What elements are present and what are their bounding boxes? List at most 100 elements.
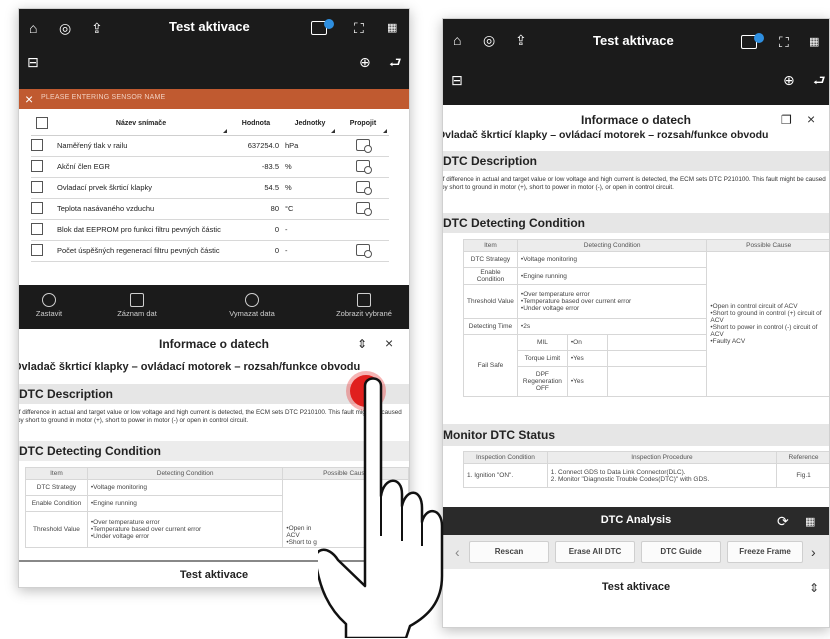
fail-safe-value: •On: [566, 334, 608, 351]
fullscreen-icon[interactable]: ⛶: [354, 21, 364, 35]
row-checkbox[interactable]: [31, 138, 43, 151]
col-unit-label: Jednotky: [294, 120, 326, 128]
row-select-cell[interactable]: [31, 177, 53, 199]
select-all-cell[interactable]: [31, 113, 53, 136]
sensor-value: 637254.0: [229, 135, 283, 157]
row-checkbox[interactable]: [31, 222, 43, 235]
table-row[interactable]: Ovladací prvek škrticí klapky 54.5%: [31, 177, 389, 199]
cond-item: Enable Condition: [463, 267, 518, 285]
table-row[interactable]: Počet úspěšných regenerací filtru pevnýc…: [31, 240, 389, 262]
row-checkbox[interactable]: [31, 159, 43, 172]
cond-text: •Over temperature error •Temperature bas…: [86, 511, 284, 548]
back-arrow-icon[interactable]: ⮐: [813, 73, 826, 87]
home-icon[interactable]: ⌂: [29, 21, 37, 35]
freeze-frame-button[interactable]: Freeze Frame: [727, 541, 803, 563]
link-icon[interactable]: [356, 159, 372, 174]
row-checkbox[interactable]: [31, 243, 43, 256]
cond-item: DTC Strategy: [463, 251, 518, 268]
top-bar: ⌂ ◎ ⇪ Test aktivace ⛶ ▦ ⊟ ⊕ ⮐: [443, 19, 829, 105]
table-row[interactable]: Teplota nasávaného vzduchu 80 °C: [31, 198, 389, 220]
link-icon[interactable]: [356, 138, 372, 153]
monitor-head-procedure: Inspection Procedure: [546, 451, 778, 464]
link-icon[interactable]: [356, 243, 372, 258]
back-arrow-icon[interactable]: ⮐: [389, 55, 402, 69]
row-select-cell[interactable]: [31, 219, 53, 241]
vci-icon[interactable]: ◎: [483, 33, 495, 47]
sensor-unit: -: [283, 240, 337, 262]
row-checkbox[interactable]: [31, 180, 43, 193]
refresh-icon[interactable]: ⟳: [777, 514, 789, 528]
close-icon[interactable]: ×: [807, 112, 815, 126]
sensor-name: Teplota nasávaného vzduchu: [53, 198, 229, 220]
record-button[interactable]: Záznam dat: [107, 293, 167, 318]
next-icon[interactable]: ›: [811, 545, 816, 559]
dtc-title: Ovladač škrticí klapky – ovládací motore…: [442, 129, 769, 141]
close-icon[interactable]: ×: [385, 336, 393, 350]
grid-icon[interactable]: ▦: [805, 515, 815, 529]
scope-icon[interactable]: ⊕: [783, 73, 795, 87]
car-info-icon[interactable]: ⊟: [27, 55, 39, 69]
clear-data-label: Vymazat data: [229, 309, 275, 318]
app-title: Test aktivace: [593, 33, 674, 48]
select-all-checkbox[interactable]: [36, 116, 48, 129]
close-search-icon[interactable]: ×: [25, 91, 33, 107]
detecting-head: DTC Detecting Condition: [443, 213, 829, 233]
vci-icon[interactable]: ◎: [59, 21, 71, 35]
row-select-cell[interactable]: [31, 135, 53, 157]
show-selected-icon: [357, 293, 371, 307]
grid-icon[interactable]: ▦: [809, 35, 819, 49]
col-value[interactable]: Hodnota: [229, 113, 283, 136]
link-cell[interactable]: [337, 198, 389, 220]
cond-item: DTC Strategy: [25, 479, 88, 496]
rescan-button[interactable]: Rescan: [469, 541, 549, 563]
record-icon: [130, 293, 144, 307]
stop-button[interactable]: Zastavit: [29, 293, 69, 318]
expand-icon[interactable]: ⇕: [809, 581, 819, 595]
fullscreen-icon[interactable]: ⛶: [779, 35, 789, 49]
export-icon[interactable]: ⇪: [91, 21, 103, 35]
export-icon[interactable]: ⇪: [515, 33, 527, 47]
fail-safe-label: DPF Regeneration OFF: [516, 366, 568, 397]
col-link[interactable]: Propojit: [337, 113, 389, 136]
row-select-cell[interactable]: [31, 198, 53, 220]
window-icon[interactable]: ❐: [781, 113, 792, 127]
monitor-reference[interactable]: Fig.1: [776, 463, 829, 488]
link-cell[interactable]: [337, 156, 389, 178]
grid-icon[interactable]: ▦: [387, 21, 397, 35]
table-row[interactable]: Akční člen EGR -83.5%: [31, 156, 389, 178]
link-cell[interactable]: [337, 177, 389, 199]
car-info-icon[interactable]: ⊟: [451, 73, 463, 87]
row-select-cell[interactable]: [31, 240, 53, 262]
row-checkbox[interactable]: [31, 201, 43, 214]
search-input[interactable]: PLEASE ENTERING SENSOR NAME: [41, 94, 165, 101]
link-cell[interactable]: [337, 240, 389, 262]
col-name[interactable]: Název snímače: [53, 113, 229, 136]
app-title: Test aktivace: [169, 19, 250, 34]
link-icon[interactable]: [356, 201, 372, 216]
row-select-cell[interactable]: [31, 156, 53, 178]
scope-icon[interactable]: ⊕: [359, 55, 371, 69]
table-row[interactable]: Blok dat EEPROM pro funkci filtru pevnýc…: [31, 219, 389, 241]
sensor-search[interactable]: × PLEASE ENTERING SENSOR NAME: [19, 89, 409, 109]
cond-head-item: Item: [25, 467, 88, 480]
link-cell[interactable]: [337, 219, 389, 241]
sensor-name: Počet úspěšných regenerací filtru pevnýc…: [53, 240, 229, 262]
col-unit[interactable]: Jednotky: [283, 113, 337, 136]
cond-item: Threshold Value: [463, 284, 518, 319]
link-icon[interactable]: [356, 180, 372, 195]
show-selected-label: Zobrazit vybrané: [336, 309, 392, 318]
erase-all-dtc-button[interactable]: Erase All DTC: [555, 541, 635, 563]
expand-icon[interactable]: ⇕: [357, 337, 367, 351]
dtc-guide-button[interactable]: DTC Guide: [641, 541, 721, 563]
clear-data-button[interactable]: Vymazat data: [217, 293, 287, 318]
link-cell[interactable]: [337, 135, 389, 157]
home-icon[interactable]: ⌂: [453, 33, 461, 47]
sensor-unit: %: [283, 156, 337, 178]
badge-dot: [324, 19, 334, 29]
cond-text: •Voltage monitoring: [86, 479, 284, 496]
table-row[interactable]: Naměřený tlak v railu 637254.0 hPa: [31, 135, 389, 157]
show-selected-button[interactable]: Zobrazit vybrané: [319, 293, 409, 318]
cond-text: •Voltage monitoring: [516, 251, 708, 268]
cond-text: •Over temperature error •Temperature bas…: [516, 284, 708, 319]
cond-item: Enable Condition: [25, 495, 88, 512]
